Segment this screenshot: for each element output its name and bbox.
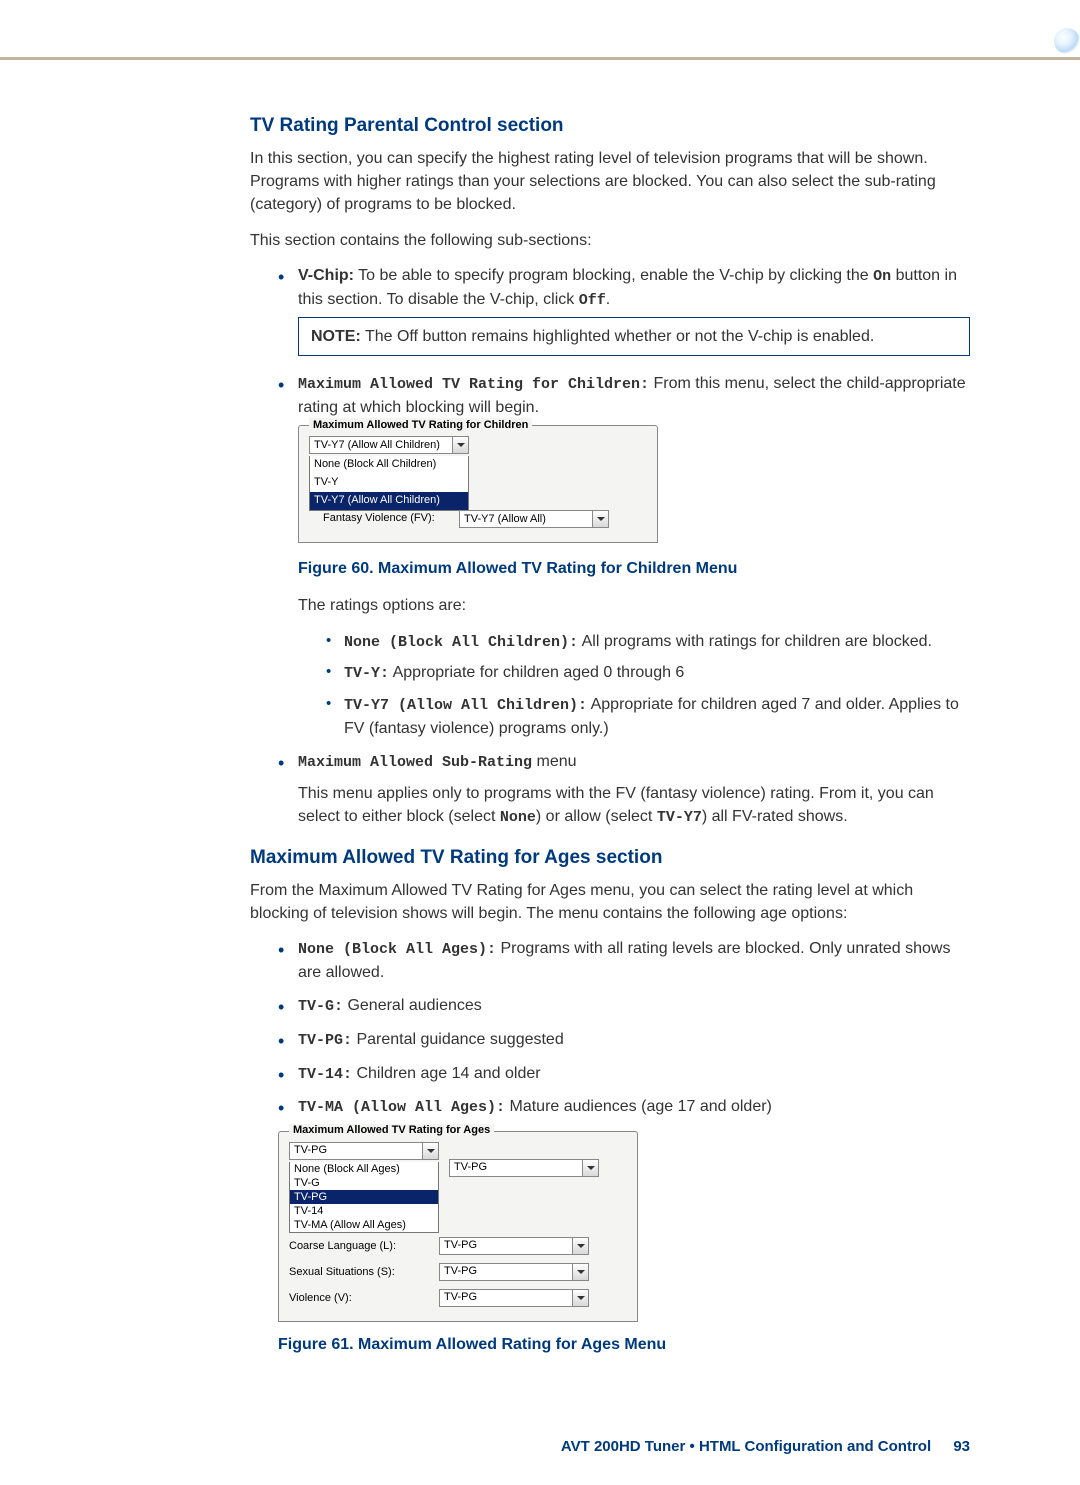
list-item[interactable]: None (Block All Children) (310, 456, 468, 474)
ages-b3-text: Parental guidance suggested (352, 1031, 564, 1048)
hidden-subrating-value: TV-PG (450, 1160, 582, 1176)
figure-61: Maximum Allowed TV Rating for Ages TV-PG… (278, 1131, 638, 1322)
opt-none-text: All programs with ratings for children a… (578, 633, 932, 650)
children-rating-select[interactable]: TV-Y7 (Allow All Children) (309, 436, 469, 454)
opt-none: None (Block All Children): All programs … (326, 630, 970, 654)
figure-61-caption: Figure 61. Maximum Allowed Rating for Ag… (278, 1336, 970, 1354)
hidden-subrating-select[interactable]: TV-PG (449, 1159, 599, 1177)
fv-row-label: Fantasy Violence (FV): (309, 511, 449, 527)
ages-bullet-list: None (Block All Ages): Programs with all… (250, 937, 970, 1119)
ratings-intro: The ratings options are: (298, 594, 970, 617)
ages-b5-text: Mature audiences (age 17 and older) (505, 1098, 772, 1115)
bullet-vchip: V-Chip: To be able to specify program bl… (278, 264, 970, 357)
list-item[interactable]: TV-Y7 (Allow All Children) (310, 492, 468, 510)
ages-b3-label: TV-PG: (298, 1032, 352, 1049)
page-content: TV Rating Parental Control section In th… (0, 60, 1080, 1408)
subrating-row: Sexual Situations (S): TV-PG (289, 1263, 627, 1281)
page-footer: AVT 200HD Tuner • HTML Configuration and… (0, 1408, 1080, 1485)
opt-tvy-label: TV-Y: (344, 665, 389, 682)
dropdown-arrow-icon[interactable] (422, 1143, 438, 1159)
max-subrating-para: This menu applies only to programs with … (298, 782, 970, 829)
dropdown-arrow-icon[interactable] (572, 1238, 588, 1254)
maxsub-none: None (500, 809, 536, 826)
vchip-text1: To be able to specify program blocking, … (354, 267, 873, 284)
opt-none-label: None (Block All Children): (344, 634, 578, 651)
subrating-row: Violence (V): TV-PG (289, 1289, 627, 1307)
dropdown-arrow-icon[interactable] (572, 1290, 588, 1306)
opt-tvy7: TV-Y7 (Allow All Children): Appropriate … (326, 693, 970, 740)
children-rating-listbox[interactable]: None (Block All Children) TV-Y TV-Y7 (Al… (309, 456, 469, 511)
subrating-value: TV-PG (440, 1238, 572, 1254)
list-item[interactable]: TV-Y (310, 474, 468, 492)
subrating-select[interactable]: TV-PG (439, 1237, 589, 1255)
ages-b1-label: None (Block All Ages): (298, 941, 496, 958)
vchip-period: . (606, 291, 610, 308)
ages-rating-select[interactable]: TV-PG (289, 1142, 439, 1160)
section-heading-tv-rating: TV Rating Parental Control section (250, 115, 970, 137)
ages-b2-text: General audiences (343, 997, 482, 1014)
opt-tvy: TV-Y: Appropriate for children aged 0 th… (326, 661, 970, 685)
ages-b4: TV-14: Children age 14 and older (278, 1062, 970, 1086)
row-label: Sexual Situations (S): (289, 1266, 429, 1278)
row-label: Violence (V): (289, 1292, 429, 1304)
ages-b2-label: TV-G: (298, 998, 343, 1015)
page-top-rule (0, 0, 1080, 60)
dropdown-arrow-icon[interactable] (572, 1264, 588, 1280)
subrating-value: TV-PG (440, 1290, 572, 1306)
bullet-max-children: Maximum Allowed TV Rating for Children: … (278, 372, 970, 740)
row-label: Coarse Language (L): (289, 1240, 429, 1252)
code-off: Off (579, 292, 606, 309)
ages-b3: TV-PG: Parental guidance suggested (278, 1028, 970, 1052)
note-text: The Off button remains highlighted wheth… (361, 328, 875, 345)
dropdown-arrow-icon[interactable] (592, 511, 608, 527)
note-box: NOTE: The Off button remains highlighted… (298, 317, 970, 356)
footer-page-number: 93 (953, 1438, 970, 1455)
note-label: NOTE: (311, 328, 361, 345)
bullet-max-subrating: Maximum Allowed Sub-Rating menu This men… (278, 750, 970, 829)
opt-tvy-text: Appropriate for children aged 0 through … (389, 664, 684, 681)
subrating-select[interactable]: TV-PG (439, 1263, 589, 1281)
ages-b5: TV-MA (Allow All Ages): Mature audiences… (278, 1095, 970, 1119)
max-subrating-suffix: menu (532, 753, 576, 770)
section-heading-ages: Maximum Allowed TV Rating for Ages secti… (250, 847, 970, 869)
ages-intro: From the Maximum Allowed TV Rating for A… (250, 879, 970, 925)
dropdown-arrow-icon[interactable] (582, 1160, 598, 1176)
subrating-row: Coarse Language (L): TV-PG (289, 1237, 627, 1255)
opt-tvy7-label: TV-Y7 (Allow All Children): (344, 697, 587, 714)
figure-61-legend: Maximum Allowed TV Rating for Ages (289, 1124, 494, 1136)
figure-60-caption: Figure 60. Maximum Allowed TV Rating for… (298, 557, 970, 580)
code-on: On (873, 268, 891, 285)
children-rating-value: TV-Y7 (Allow All Children) (310, 437, 452, 453)
ratings-options-list: None (Block All Children): All programs … (298, 630, 970, 740)
ages-b5-label: TV-MA (Allow All Ages): (298, 1099, 505, 1116)
figure-60: Maximum Allowed TV Rating for Children T… (298, 425, 658, 543)
max-subrating-label: Maximum Allowed Sub-Rating (298, 754, 532, 771)
intro-paragraph-2: This section contains the following sub-… (250, 229, 970, 252)
figure-60-legend: Maximum Allowed TV Rating for Children (309, 418, 532, 434)
fv-value: TV-Y7 (Allow All) (460, 511, 592, 527)
maxsub-tvy7: TV-Y7 (657, 809, 702, 826)
ages-b1: None (Block All Ages): Programs with all… (278, 937, 970, 984)
ages-b2: TV-G: General audiences (278, 994, 970, 1018)
fv-select[interactable]: TV-Y7 (Allow All) (459, 510, 609, 528)
dropdown-arrow-icon[interactable] (452, 437, 468, 453)
ages-rating-value: TV-PG (290, 1143, 422, 1159)
max-children-label: Maximum Allowed TV Rating for Children: (298, 376, 649, 393)
ages-b4-label: TV-14: (298, 1066, 352, 1083)
ages-b4-text: Children age 14 and older (352, 1065, 541, 1082)
vchip-bullet-list: V-Chip: To be able to specify program bl… (250, 264, 970, 829)
intro-paragraph-1: In this section, you can specify the hig… (250, 147, 970, 217)
subrating-select[interactable]: TV-PG (439, 1289, 589, 1307)
list-item[interactable]: None (Block All Ages) (290, 1162, 438, 1176)
maxsub-t3: ) all FV-rated shows. (702, 808, 848, 825)
maxsub-t2: ) or allow (select (536, 808, 657, 825)
vchip-label: V-Chip: (298, 267, 354, 284)
subrating-value: TV-PG (440, 1264, 572, 1280)
footer-text: AVT 200HD Tuner • HTML Configuration and… (561, 1438, 931, 1455)
